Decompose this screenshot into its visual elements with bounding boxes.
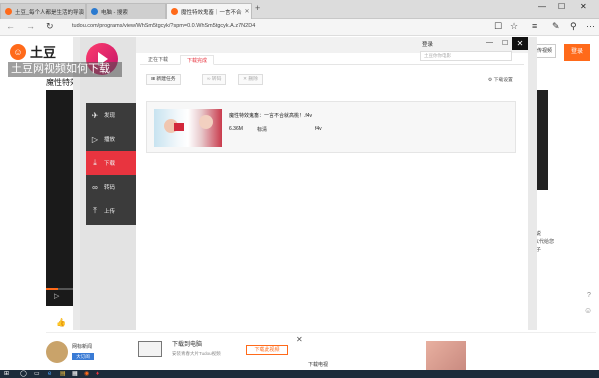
folder-icon[interactable]: ▤ [60,370,66,378]
close-tab-icon[interactable]: ✕ [242,8,250,15]
video-progress-bar[interactable] [46,288,74,290]
web-note-icon[interactable]: ✎ [552,21,560,32]
sidebar-item-label: 下载 [104,161,116,167]
task-view-icon[interactable]: ▭ [34,370,40,378]
tudou-app-icon[interactable]: ◉ [84,370,89,378]
convert-button[interactable]: ∞ 转码 [202,74,227,85]
settings-label: 下载设置 [493,78,513,83]
favorite-star-icon[interactable]: ☆ [510,21,518,32]
search-icon[interactable]: ◯ [20,370,27,378]
convert-label: 转码 [211,77,222,82]
download-ad-banner: 网标新闻 大订阅 下载到电脑 安装青春大片Tudou视频 下载此视频 ✕ 下载电… [46,332,596,371]
browser-tab-video[interactable]: 魔性特效鬼畜｜一言不合 ✕ [166,3,252,19]
dialog-toolbar: ⊞ 新建任务 ∞ 转码 ✕ 删除 ⚙ 下载设置 [146,74,526,86]
ad-title: 下载到电脑 [172,342,203,348]
download-quality: 标清 [257,127,268,133]
sidebar-item-play[interactable]: ▷ 播放 [86,127,136,151]
download-manager-dialog: ✈ 发现 ▷ 播放 ⤓ 下载 ∞ 转码 ⤒ 上传 登录 — ☐ 土豆你你电影 正… [80,37,528,330]
download-icon: ⤓ [93,158,97,167]
start-icon[interactable]: ⊞ [4,370,9,378]
url-field[interactable]: tudou.com/programs/view/WhSm5tgcyk/?spm=… [72,23,255,29]
windows-taskbar: ⊞ ◯ ▭ e ▤ ▦ ◉ ♦ [0,370,599,378]
bing-favicon-icon [91,8,98,15]
download-settings-link[interactable]: ⚙ 下载设置 [488,76,513,83]
channel-avatar[interactable] [46,341,68,363]
play-icon: ▷ [91,134,99,144]
tab-label: 魔性特效鬼畜｜一言不合 [181,9,242,16]
sidebar-item-transcode[interactable]: ∞ 转码 [86,175,136,199]
download-file-name: 魔性特效鬼畜：一言不合就高桃！.f4v [229,113,313,119]
tudou-logo-icon[interactable]: ☺ [10,44,26,60]
tutorial-watermark: 土豆网视频如何下载 [8,62,122,77]
reading-view-icon[interactable]: ☐ [494,21,502,32]
ad-close-icon[interactable]: ✕ [296,335,303,344]
edge-icon[interactable]: e [48,370,51,378]
side-text: 以代给您 [534,239,555,245]
like-icon[interactable]: 👍 [56,318,66,327]
app-icon[interactable]: ♦ [96,370,99,378]
sidebar-item-upload[interactable]: ⤒ 上传 [86,199,136,223]
tab-label: 土豆_每个人都是生活的导演 [15,9,85,16]
tudou-favicon-icon [171,8,178,15]
close-window-button[interactable]: ✕ [580,2,587,11]
delete-button[interactable]: ✕ 删除 [238,74,263,85]
delete-label: 删除 [248,77,258,82]
download-item[interactable]: 魔性特效鬼畜：一言不合就高桃！.f4v 6.36M 标清 f4v [146,101,516,153]
new-task-label: 新建任务 [156,77,176,82]
sidebar-item-label: 播放 [104,137,116,143]
browser-tab-tudou[interactable]: 土豆_每个人都是生活的导演 [0,3,86,19]
video-thumbnail[interactable] [154,109,222,147]
share-icon[interactable]: ⚲ [570,21,577,32]
dialog-tabs: 正在下载 下载完成 [140,53,524,65]
dialog-minimize-button[interactable]: — [486,39,493,46]
minimize-button[interactable]: — [538,2,546,11]
feedback-icon[interactable]: ☺ [584,306,592,315]
sidebar-item-label: 上传 [104,209,116,215]
sidebar-item-download[interactable]: ⤓ 下载 [86,151,136,175]
browser-tab-bar: 土豆_每个人都是生活的导演 电脑 - 搜索 魔性特效鬼畜｜一言不合 ✕ + — … [0,0,599,19]
sidebar-item-discover[interactable]: ✈ 发现 [86,103,136,127]
tab-completed[interactable]: 下载完成 [180,55,215,65]
video-player[interactable]: ▷ [46,90,74,306]
tudou-logo-text[interactable]: 土豆 [30,42,56,61]
new-task-button[interactable]: ⊞ 新建任务 [146,74,181,85]
screen: 土豆_每个人都是生活的导演 电脑 - 搜索 魔性特效鬼畜｜一言不合 ✕ + — … [0,0,599,378]
dialog-maximize-button[interactable]: ☐ [502,39,508,47]
refresh-button[interactable]: ↻ [46,21,54,32]
dialog-sidebar: ✈ 发现 ▷ 播放 ⤓ 下载 ∞ 转码 ⤒ 上传 [80,37,136,330]
ad-secondary-title: 下载电视 [308,362,329,368]
help-icon[interactable]: ? [587,292,591,299]
sidebar-item-label: 转码 [104,185,116,191]
store-icon[interactable]: ▦ [72,370,78,378]
more-icon[interactable]: ··· [586,21,595,31]
ad-photo[interactable] [426,341,466,371]
dialog-close-button[interactable]: ✕ [512,37,528,50]
browser-tab-search[interactable]: 电脑 - 搜索 [86,3,166,19]
play-icon[interactable]: ▷ [54,292,59,300]
download-file-size: 6.36M [229,126,243,132]
address-bar: ← → ↻ tudou.com/programs/view/WhSm5tgcyk… [0,19,599,36]
download-video-button[interactable]: 下载此视频 [246,345,288,355]
sidebar-item-label: 发现 [104,113,116,119]
tudou-favicon-icon [5,8,12,15]
tab-label: 电脑 - 搜索 [101,9,128,16]
infinity-icon: ∞ [92,182,98,192]
upload-icon: ⤒ [93,206,97,215]
paper-plane-icon: ✈ [91,110,99,120]
new-tab-button[interactable]: + [255,3,260,13]
back-button[interactable]: ← [6,21,15,31]
login-button[interactable]: 登录 [564,44,590,61]
maximize-button[interactable]: ☐ [558,2,565,11]
monitor-icon [138,341,162,357]
tab-downloading[interactable]: 正在下载 [142,55,174,65]
subscribe-badge[interactable]: 大订阅 [72,353,94,360]
dialog-login-link[interactable]: 登录 [422,40,433,48]
sidebar-menu: ✈ 发现 ▷ 播放 ⤓ 下载 ∞ 转码 ⤒ 上传 [86,103,136,225]
hub-icon[interactable]: ≡ [532,21,537,31]
ad-subtitle: 安装青春大片Tudou视频 [172,351,221,356]
download-format: f4v [315,126,322,132]
channel-name[interactable]: 网标新闻 [72,343,92,350]
forward-button[interactable]: → [26,21,35,31]
